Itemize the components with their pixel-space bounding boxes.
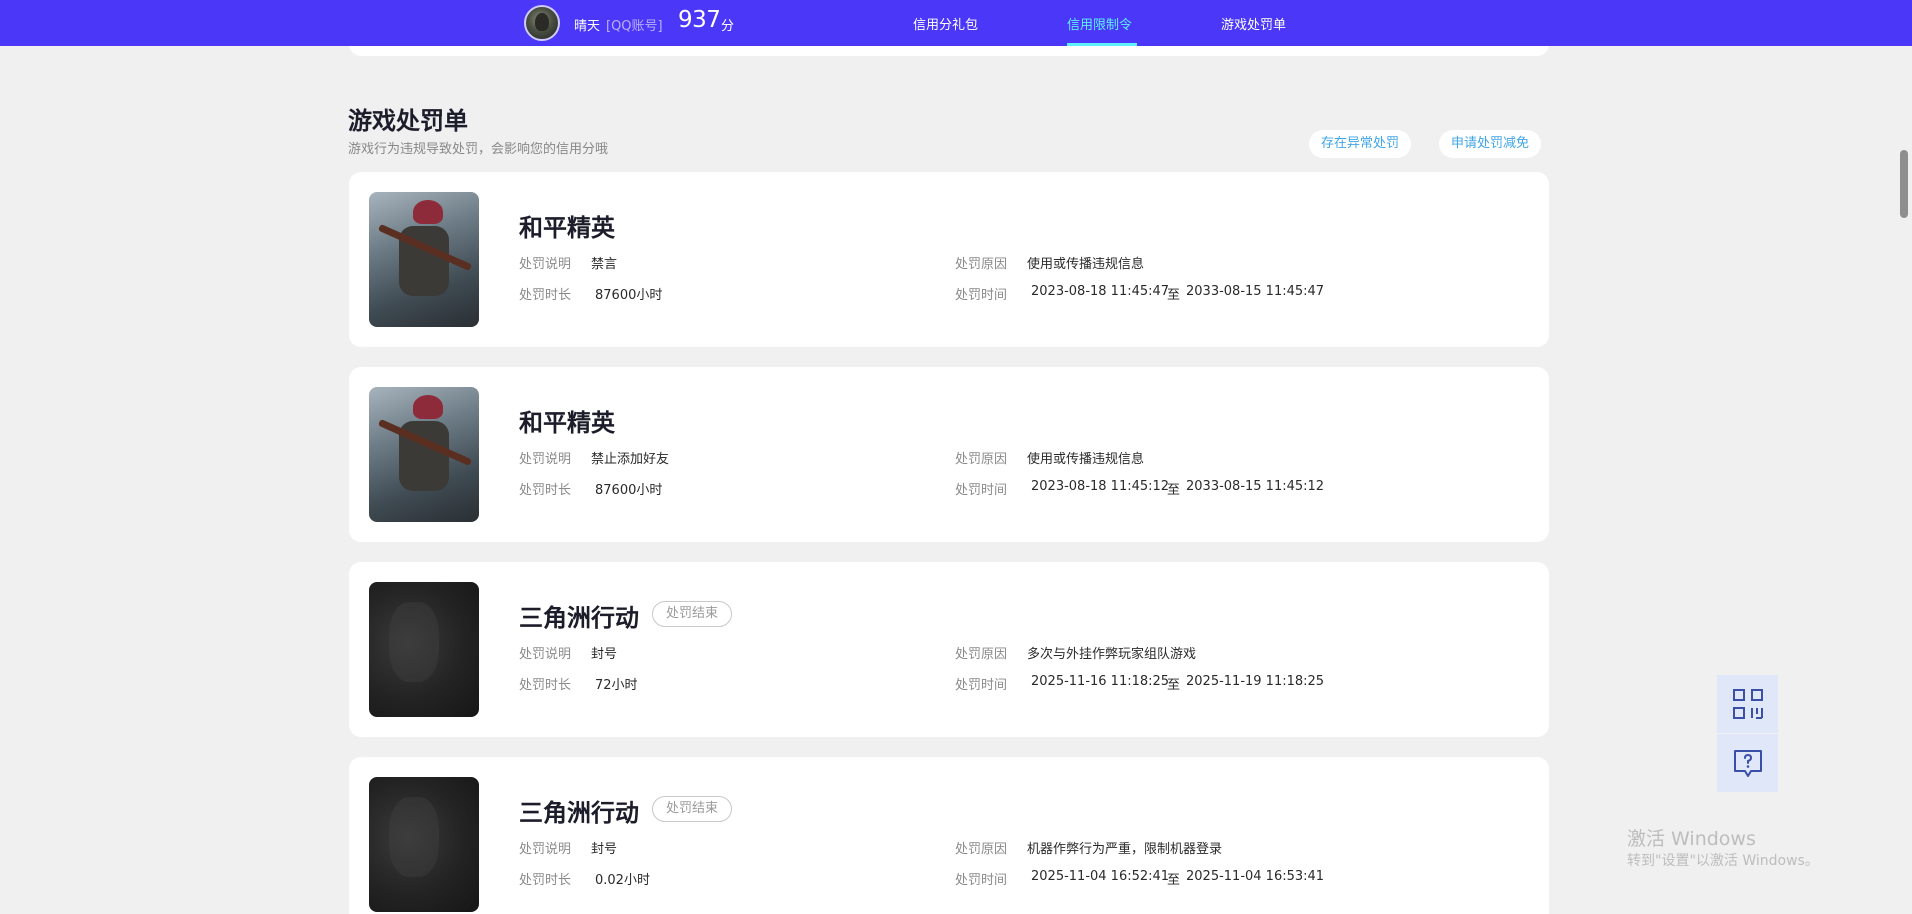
appeal-penalty-button[interactable]: 申请处罚减免	[1439, 130, 1542, 158]
duration-label: 处罚时长	[519, 873, 572, 888]
user-name: 晴天	[574, 19, 601, 34]
reason-value: 机器作弊行为严重，限制机器登录	[1027, 842, 1223, 857]
reason-value: 多次与外挂作弊玩家组队游戏	[1027, 647, 1197, 662]
time-end: 2033-08-15 11:45:12	[1186, 479, 1325, 494]
scrollbar-thumb[interactable]	[1900, 150, 1908, 218]
reason-label: 处罚原因	[955, 842, 1008, 857]
credit-score-value: 937	[678, 7, 721, 33]
account-type: [QQ账号]	[606, 19, 663, 34]
penalty-card: 三角洲行动 处罚结束 处罚说明 封号 处罚时长 0.02小时 处罚原因 机器作弊…	[349, 757, 1549, 914]
penalty-card: 和平精英 处罚说明 禁言 处罚时长 87600小时 处罚原因 使用或传播违规信息…	[349, 172, 1549, 347]
abnormal-penalty-button[interactable]: 存在异常处罚	[1309, 130, 1412, 158]
description-value: 封号	[591, 842, 618, 857]
time-separator: 至	[1167, 288, 1181, 303]
duration-value: 87600小时	[595, 483, 663, 498]
avatar[interactable]	[524, 5, 560, 41]
duration-label: 处罚时长	[519, 288, 572, 303]
reason-label: 处罚原因	[955, 647, 1008, 662]
description-value: 封号	[591, 647, 618, 662]
status-badge: 处罚结束	[652, 796, 733, 822]
time-label: 处罚时间	[955, 873, 1008, 888]
reason-label: 处罚原因	[955, 452, 1008, 467]
top-bar: 晴天 [QQ账号] 937 分 信用分礼包 信用限制令 游戏处罚单	[0, 0, 1912, 46]
duration-value: 87600小时	[595, 288, 663, 303]
game-name: 三角洲行动	[519, 604, 639, 632]
delta-force-thumbnail	[369, 777, 479, 912]
description-value: 禁言	[591, 257, 618, 272]
time-start: 2023-08-18 11:45:47	[1031, 284, 1170, 299]
description-label: 处罚说明	[519, 257, 572, 272]
game-name: 和平精英	[519, 409, 615, 437]
windows-activation-subtitle: 转到"设置"以激活 Windows。	[1627, 853, 1819, 869]
game-name: 和平精英	[519, 214, 615, 242]
windows-activation-title: 激活 Windows	[1627, 828, 1756, 850]
peace-elite-thumbnail	[369, 192, 479, 327]
section-title: 游戏处罚单	[348, 107, 468, 135]
reason-value: 使用或传播违规信息	[1027, 257, 1145, 272]
tab-credit-gift[interactable]: 信用分礼包	[913, 14, 978, 33]
tab-game-penalty[interactable]: 游戏处罚单	[1221, 14, 1286, 33]
active-tab-indicator	[1067, 43, 1137, 46]
help-chat-icon	[1734, 750, 1762, 777]
qr-code-button[interactable]	[1717, 675, 1778, 733]
game-name: 三角洲行动	[519, 799, 639, 827]
description-value: 禁止添加好友	[591, 452, 670, 467]
time-end: 2033-08-15 11:45:47	[1186, 284, 1325, 299]
time-label: 处罚时间	[955, 483, 1008, 498]
time-separator: 至	[1167, 483, 1181, 498]
reason-label: 处罚原因	[955, 257, 1008, 272]
time-label: 处罚时间	[955, 678, 1008, 693]
duration-value: 72小时	[595, 678, 638, 693]
credit-score-unit: 分	[721, 19, 735, 34]
duration-label: 处罚时长	[519, 678, 572, 693]
duration-value: 0.02小时	[595, 873, 650, 888]
time-start: 2025-11-16 11:18:25	[1031, 674, 1170, 689]
time-end: 2025-11-04 16:53:41	[1186, 869, 1325, 884]
time-end: 2025-11-19 11:18:25	[1186, 674, 1325, 689]
penalty-card: 和平精英 处罚说明 禁止添加好友 处罚时长 87600小时 处罚原因 使用或传播…	[349, 367, 1549, 542]
time-start: 2025-11-04 16:52:41	[1031, 869, 1170, 884]
tab-credit-restriction[interactable]: 信用限制令	[1067, 14, 1132, 33]
time-start: 2023-08-18 11:45:12	[1031, 479, 1170, 494]
time-separator: 至	[1167, 873, 1181, 888]
description-label: 处罚说明	[519, 452, 572, 467]
penalty-card: 三角洲行动 处罚结束 处罚说明 封号 处罚时长 72小时 处罚原因 多次与外挂作…	[349, 562, 1549, 737]
duration-label: 处罚时长	[519, 483, 572, 498]
time-label: 处罚时间	[955, 288, 1008, 303]
reason-value: 使用或传播违规信息	[1027, 452, 1145, 467]
section-subtitle: 游戏行为违规导致处罚，会影响您的信用分哦	[348, 142, 609, 157]
delta-force-thumbnail	[369, 582, 479, 717]
qr-code-icon	[1733, 689, 1763, 719]
help-button[interactable]	[1717, 734, 1778, 792]
time-separator: 至	[1167, 678, 1181, 693]
description-label: 处罚说明	[519, 842, 572, 857]
peace-elite-thumbnail	[369, 387, 479, 522]
description-label: 处罚说明	[519, 647, 572, 662]
status-badge: 处罚结束	[652, 601, 733, 627]
